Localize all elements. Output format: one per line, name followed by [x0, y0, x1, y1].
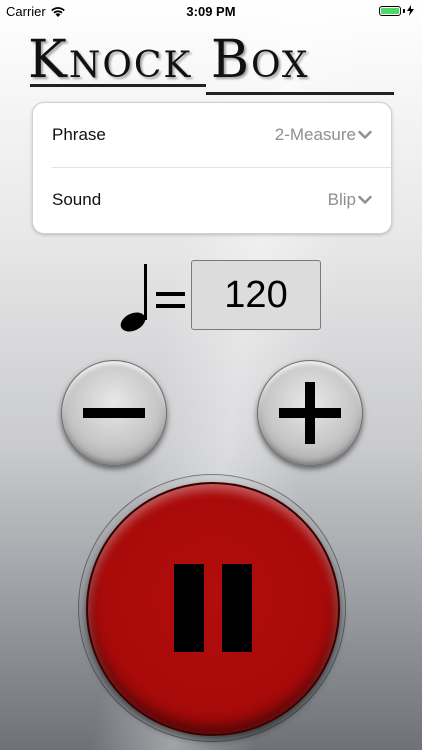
status-time: 3:09 PM [186, 4, 236, 19]
chevron-down-icon [358, 195, 372, 204]
app-logo: Knock Box [28, 26, 394, 96]
increase-tempo-button[interactable] [257, 360, 363, 466]
chevron-down-icon [358, 130, 372, 139]
battery-icon [379, 5, 414, 16]
sound-label: Sound [52, 190, 102, 209]
tempo-field[interactable]: 120 [191, 260, 321, 330]
status-bar: Carrier 3:09 PM [0, 0, 422, 22]
phrase-value[interactable]: 2-Measure [275, 125, 372, 145]
phrase-label: Phrase [52, 125, 106, 144]
equals-icon [156, 290, 186, 312]
settings-card: Phrase 2-Measure Sound Blip [32, 102, 392, 234]
charging-bolt-icon [407, 5, 414, 16]
phrase-value-text: 2-Measure [274, 125, 356, 144]
phrase-row[interactable]: Phrase 2-Measure [33, 103, 391, 167]
logo-underline-right [206, 92, 394, 95]
logo-underline-left [30, 84, 206, 87]
sound-value-text: Blip [327, 190, 356, 209]
sound-value[interactable]: Blip [328, 190, 372, 210]
sound-row[interactable]: Sound Blip [33, 168, 391, 232]
pause-button[interactable] [86, 482, 340, 736]
minus-icon [83, 408, 145, 418]
quarter-note-icon [120, 264, 147, 332]
app-logo-text: Knock Box [28, 30, 310, 90]
decrease-tempo-button[interactable] [61, 360, 167, 466]
